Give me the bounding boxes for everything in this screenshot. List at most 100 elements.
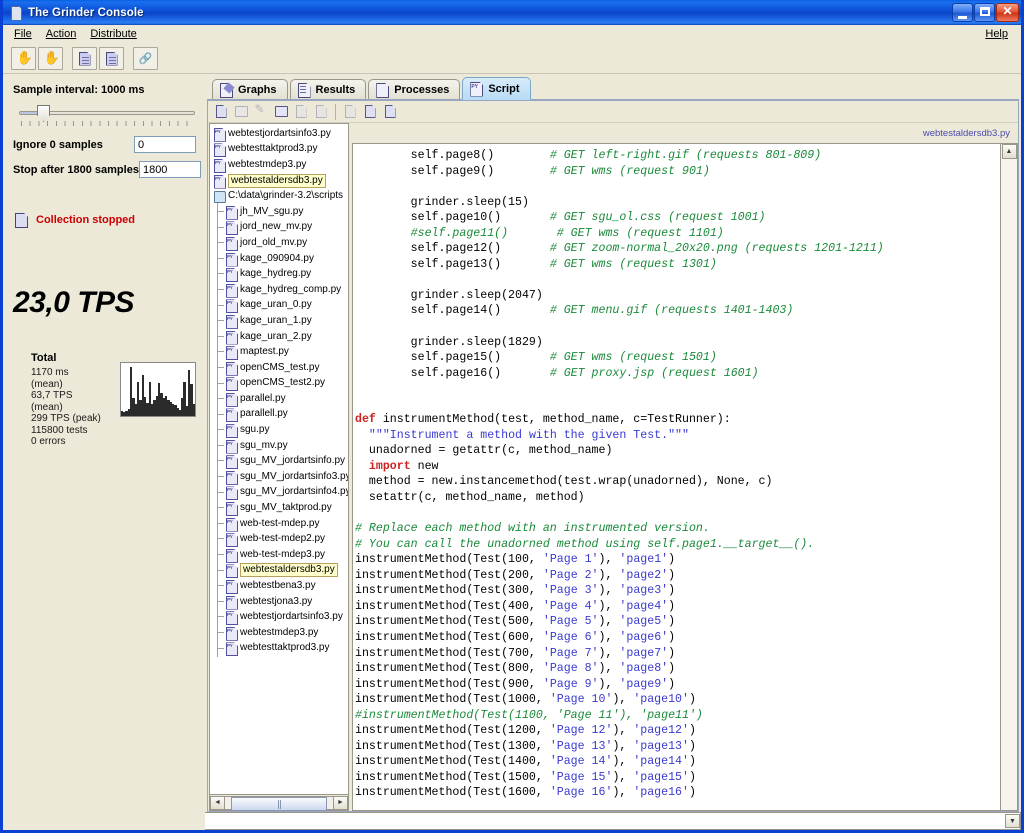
code-editor[interactable]: self.page8() # GET left-right.gif (reque…	[352, 143, 1001, 811]
tree-item-child[interactable]: jord_old_mv.py	[212, 234, 348, 251]
distribute-files-button[interactable]	[133, 47, 158, 70]
tree-item-child[interactable]: webtestbena3.py	[212, 577, 348, 594]
tree-item-child[interactable]: openCMS_test2.py	[212, 374, 348, 392]
bottom-scroll-region[interactable]: ▼	[205, 812, 1021, 830]
file-tree-scroll[interactable]: webtestjordartsinfo3.py webtesttaktprod3.…	[210, 124, 348, 794]
tree-item-folder[interactable]: C:\data\grinder-3.2\scripts	[212, 188, 348, 204]
scroll-right-button[interactable]: ►	[333, 795, 348, 810]
tree-item-child[interactable]: webtestjona3.py	[212, 592, 348, 610]
set-script-button[interactable]	[360, 102, 380, 121]
code-line: grinder.sleep(2047)	[355, 288, 1000, 304]
stat-peak-tps: 299 TPS (peak)	[31, 413, 101, 424]
code-token: unadorned = getattr(c, method_name)	[355, 444, 613, 458]
save-as-button[interactable]	[311, 102, 331, 121]
tree-item-child[interactable]: sgu.py	[212, 421, 348, 438]
code-line: self.page8() # GET left-right.gif (reque…	[355, 148, 1000, 164]
bottom-scroll-down-button[interactable]: ▼	[1005, 814, 1020, 828]
stop-collection-button[interactable]	[99, 47, 124, 70]
tree-item-root[interactable]: webtesttaktprod3.py	[212, 142, 348, 158]
code-token: instrumentMethod(Test(100,	[355, 553, 543, 567]
folder-icon	[214, 190, 226, 204]
code-token: 'page5'	[619, 615, 669, 629]
tree-item-child[interactable]: webtesttaktprod3.py	[212, 639, 348, 657]
code-token: instrumentMethod(test, method_name, c=Te…	[375, 413, 731, 427]
tree-item-child[interactable]: sgu_MV_jordartsinfo4.py	[212, 483, 348, 501]
tree-item-child[interactable]: kage_090904.py	[212, 249, 348, 267]
tab-graphs[interactable]: Graphs	[212, 79, 288, 100]
tree-item-child[interactable]: parallel.py	[212, 390, 348, 407]
scroll-thumb[interactable]	[231, 796, 327, 811]
scroll-up-button[interactable]: ▲	[1001, 144, 1017, 159]
tree-item-label: openCMS_test.py	[240, 361, 320, 373]
tree-item-child[interactable]: kage_uran_1.py	[212, 312, 348, 329]
stop-processes-button[interactable]	[38, 47, 63, 70]
code-token: self.page8()	[355, 149, 550, 162]
code-content[interactable]: self.page8() # GET left-right.gif (reque…	[353, 144, 1000, 801]
tree-item-child[interactable]: jh_MV_sgu.py	[212, 202, 348, 220]
tree-item-child[interactable]: kage_uran_0.py	[212, 296, 348, 314]
tree-item-child[interactable]: sgu_MV_jordartsinfo.py	[212, 452, 348, 470]
tree-item-child[interactable]: web-test-mdep.py	[212, 514, 348, 532]
start-collection-button[interactable]	[72, 47, 97, 70]
tree-item-root[interactable]: webtestmdep3.py	[212, 157, 348, 173]
tree-item-child[interactable]: kage_uran_2.py	[212, 327, 348, 345]
tree-item-child[interactable]: kage_hydreg.py	[212, 265, 348, 282]
new-file-button[interactable]	[211, 102, 231, 121]
tree-item-child[interactable]: web-test-mdep3.py	[212, 546, 348, 563]
code-line: instrumentMethod(Test(100, 'Page 1'), 'p…	[355, 552, 1000, 568]
code-line: """Instrument a method with the given Te…	[355, 428, 1000, 444]
code-line: self.page16() # GET proxy.jsp (request 1…	[355, 366, 1000, 382]
scroll-left-button[interactable]: ◄	[210, 795, 225, 810]
code-token: )	[668, 646, 676, 660]
save-file-button[interactable]	[291, 102, 311, 121]
maximize-button[interactable]	[974, 3, 995, 22]
scroll-track[interactable]	[225, 795, 333, 811]
ignore-samples-input[interactable]	[134, 136, 196, 153]
minimize-button[interactable]	[952, 3, 973, 22]
code-line: instrumentMethod(Test(1600, 'Page 16'), …	[355, 785, 1000, 801]
code-token: )	[688, 786, 696, 800]
code-token: 'page10'	[633, 693, 689, 707]
tree-item-child[interactable]: webtestaldersdb3.py	[212, 561, 348, 579]
tree-item-child[interactable]: webtestmdep3.py	[212, 624, 348, 641]
code-line: self.page13() # GET wms (request 1301)	[355, 257, 1000, 273]
tree-item-root[interactable]: webtestaldersdb3.py	[212, 173, 348, 189]
file-tree-horizontal-scrollbar[interactable]: ◄ ►	[210, 794, 348, 811]
slider-thumb[interactable]	[37, 105, 50, 122]
tree-item-child[interactable]: openCMS_test.py	[212, 358, 348, 376]
tab-processes[interactable]: Processes	[368, 79, 461, 100]
tree-item-child[interactable]: sgu_mv.py	[212, 436, 348, 454]
tree-item-label: kage_uran_2.py	[240, 330, 312, 342]
select-properties-button[interactable]	[380, 102, 400, 121]
tree-item-label: webtestjona3.py	[240, 595, 313, 607]
menu-distribute[interactable]: Distribute	[83, 26, 143, 42]
tree-item-child[interactable]: maptest.py	[212, 343, 348, 360]
tree-item-child[interactable]: sgu_MV_taktprod.py	[212, 499, 348, 516]
close-button[interactable]: ✕	[996, 3, 1019, 22]
tree-item-root[interactable]: webtestjordartsinfo3.py	[212, 126, 348, 142]
tab-script[interactable]: Script	[462, 77, 531, 100]
menu-help[interactable]: Help	[978, 26, 1015, 42]
tree-item-child[interactable]: kage_hydreg_comp.py	[212, 280, 348, 298]
menu-action[interactable]: Action	[39, 26, 84, 42]
editor-vertical-scrollbar[interactable]: ▲	[1001, 143, 1018, 811]
sample-interval-slider[interactable]	[19, 102, 195, 128]
tree-item-child[interactable]: jord_new_mv.py	[212, 218, 348, 236]
open-file-button[interactable]	[231, 102, 251, 121]
new-folder-button[interactable]	[271, 102, 291, 121]
code-line: instrumentMethod(Test(200, 'Page 2'), 'p…	[355, 568, 1000, 584]
tree-item-child[interactable]: parallell.py	[212, 405, 348, 423]
code-token: instrumentMethod(Test(1500,	[355, 770, 550, 784]
edit-file-button[interactable]	[251, 102, 271, 121]
editor-scroll-track[interactable]	[1001, 159, 1017, 810]
menu-file[interactable]: File	[7, 26, 39, 42]
tab-results[interactable]: Results	[289, 79, 367, 100]
tree-item-child[interactable]: webtestjordartsinfo3.py	[212, 608, 348, 625]
start-processes-button[interactable]	[11, 47, 36, 70]
stop-after-input[interactable]	[138, 161, 201, 178]
py-file-icon	[214, 143, 225, 155]
close-file-button[interactable]	[340, 102, 360, 121]
tree-item-child[interactable]: sgu_MV_jordartsinfo3.py	[212, 468, 348, 485]
tree-item-child[interactable]: web-test-mdep2.py	[212, 530, 348, 548]
